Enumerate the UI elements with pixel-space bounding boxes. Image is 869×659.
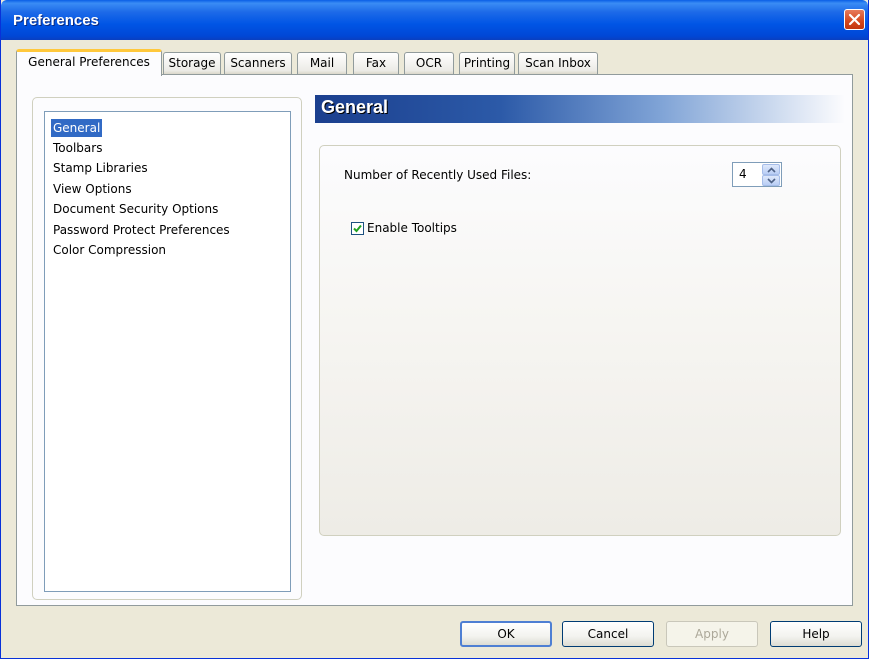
tab-storage[interactable]: Storage: [163, 52, 221, 75]
general-settings-group: Number of Recently Used Files: 4 Enable …: [319, 145, 841, 536]
close-button[interactable]: [844, 9, 865, 30]
tab-general-preferences[interactable]: General Preferences: [16, 49, 162, 76]
enable-tooltips-label[interactable]: Enable Tooltips: [367, 221, 457, 235]
tab-label: Scanners: [230, 56, 286, 70]
list-item-password-protect-preferences[interactable]: Password Protect Preferences: [51, 221, 232, 239]
tab-label: Fax: [365, 56, 387, 70]
spinner-up-button[interactable]: [762, 164, 780, 175]
list-item-stamp-libraries[interactable]: Stamp Libraries: [51, 159, 150, 177]
category-list[interactable]: General Toolbars Stamp Libraries View Op…: [44, 111, 291, 592]
tab-label: General Preferences: [28, 55, 150, 69]
tab-label: Mail: [309, 56, 335, 70]
list-item-general[interactable]: General: [49, 118, 104, 138]
tab-label: OCR: [415, 56, 443, 70]
close-icon: [848, 13, 861, 26]
apply-button[interactable]: Apply: [666, 621, 758, 647]
chevron-down-icon: [767, 178, 776, 184]
chevron-up-icon: [767, 167, 776, 173]
section-title: General: [321, 97, 389, 117]
tab-label: Printing: [463, 56, 511, 70]
list-item-view-options[interactable]: View Options: [51, 180, 134, 198]
spinner-down-button[interactable]: [762, 175, 780, 186]
tab-mail[interactable]: Mail: [297, 52, 347, 75]
tab-label: Scan Inbox: [525, 56, 591, 70]
tab-fax[interactable]: Fax: [353, 52, 399, 75]
dialog-client: General Preferences Storage Scanners Mai…: [5, 40, 864, 655]
tab-scan-inbox[interactable]: Scan Inbox: [518, 52, 598, 75]
tab-printing[interactable]: Printing: [459, 52, 515, 75]
checkmark-icon: [353, 224, 362, 233]
help-button[interactable]: Help: [770, 621, 862, 647]
tab-ocr[interactable]: OCR: [404, 52, 454, 75]
category-group: General Toolbars Stamp Libraries View Op…: [32, 97, 302, 600]
title-bar[interactable]: Preferences: [1, 0, 868, 40]
cancel-button[interactable]: Cancel: [562, 621, 654, 647]
enable-tooltips-checkbox[interactable]: [351, 222, 364, 235]
tab-scanners[interactable]: Scanners: [224, 52, 292, 75]
window-title: Preferences: [13, 12, 99, 29]
tab-label: Storage: [168, 56, 216, 70]
recent-files-value[interactable]: 4: [739, 167, 747, 181]
recent-files-spinner[interactable]: 4: [732, 162, 782, 187]
recent-files-label: Number of Recently Used Files:: [344, 168, 532, 182]
tab-panel: General Toolbars Stamp Libraries View Op…: [16, 74, 853, 606]
ok-button[interactable]: OK: [460, 621, 552, 647]
list-item-color-compression[interactable]: Color Compression: [51, 241, 168, 259]
preferences-window: Preferences General Preferences Storage …: [0, 0, 869, 659]
list-item-toolbars[interactable]: Toolbars: [51, 139, 104, 157]
list-item-document-security-options[interactable]: Document Security Options: [51, 200, 220, 218]
section-banner: General: [315, 95, 845, 123]
